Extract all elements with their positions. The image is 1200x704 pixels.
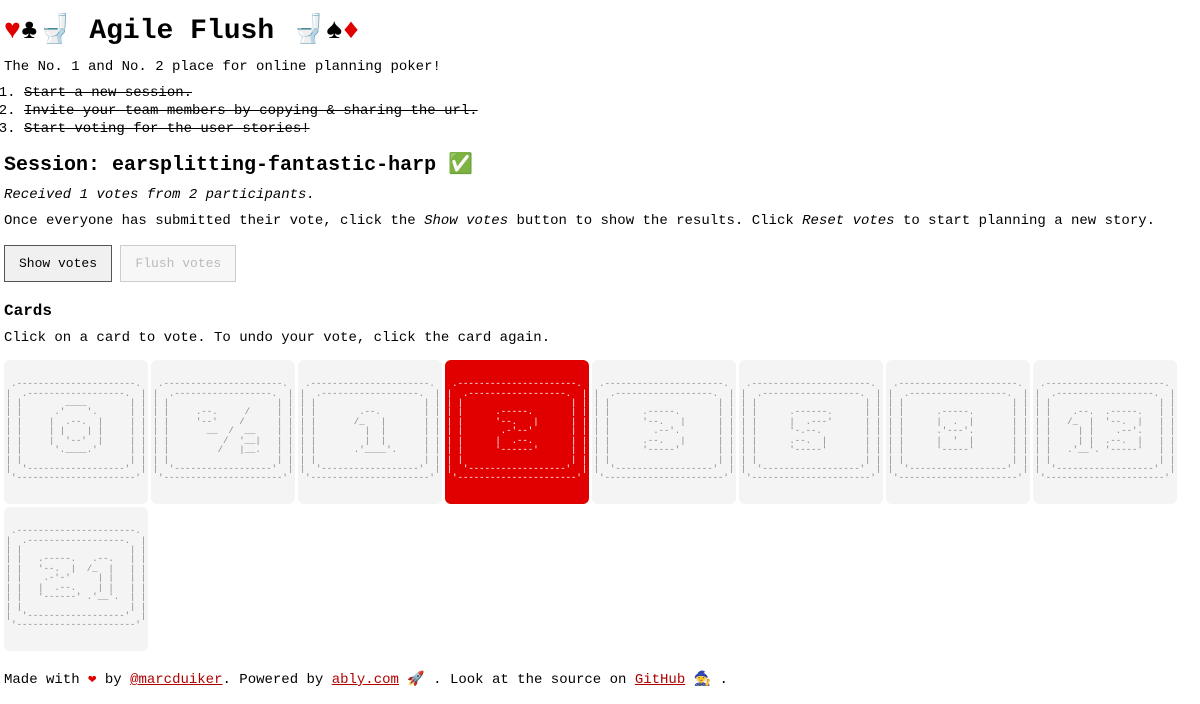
card-art: .----------------------. | .------------… <box>6 380 146 484</box>
flush-votes-button: Flush votes <box>120 245 236 282</box>
card-art: .----------------------. | .------------… <box>741 380 881 484</box>
card-art: .----------------------. | .------------… <box>6 527 146 631</box>
card-3[interactable]: .----------------------. | .------------… <box>592 360 736 504</box>
card-0[interactable]: .----------------------. | .------------… <box>4 360 148 504</box>
toilet-icon: 🚽 <box>291 16 326 47</box>
button-row: Show votes Flush votes <box>4 245 1196 282</box>
session-heading: Session: earsplitting-fantastic-harp ✅ <box>4 151 1196 177</box>
check-icon: ✅ <box>448 154 473 177</box>
card-1[interactable]: .----------------------. | .------------… <box>298 360 442 504</box>
title-text: Agile Flush <box>89 16 274 47</box>
show-votes-button[interactable]: Show votes <box>4 245 112 282</box>
diamonds-icon: ♦ <box>343 16 360 47</box>
card-art: .----------------------. | .------------… <box>1035 380 1175 484</box>
rocket-icon: 🚀 <box>399 672 425 688</box>
step-item: Start voting for the user stories! <box>24 121 1196 137</box>
card-art: .----------------------. | .------------… <box>888 380 1028 484</box>
card-21[interactable]: .----------------------. | .------------… <box>4 507 148 651</box>
detective-icon: 🧙 <box>685 672 711 688</box>
spades-icon: ♠ <box>326 16 343 47</box>
card-art: .----------------------. | .------------… <box>153 380 293 484</box>
steps-list: Start a new session. Invite your team me… <box>24 85 1196 137</box>
card-5[interactable]: .----------------------. | .------------… <box>739 360 883 504</box>
github-link[interactable]: GitHub <box>635 672 685 688</box>
clubs-icon: ♣ <box>21 16 38 47</box>
card-13[interactable]: .----------------------. | .------------… <box>1033 360 1177 504</box>
vote-status: Received 1 votes from 2 participants. <box>4 187 1196 203</box>
footer: Made with ❤ by @marcduiker. Powered by a… <box>4 671 1196 688</box>
card-half[interactable]: .----------------------. | .------------… <box>151 360 295 504</box>
cards-container: .----------------------. | .------------… <box>4 360 1196 651</box>
subtitle: The No. 1 and No. 2 place for online pla… <box>4 59 1196 75</box>
instructions: Once everyone has submitted their vote, … <box>4 213 1196 229</box>
card-8[interactable]: .----------------------. | .------------… <box>886 360 1030 504</box>
cards-help: Click on a card to vote. To undo your vo… <box>4 330 1196 346</box>
card-art: .----------------------. | .------------… <box>594 380 734 484</box>
card-art: .----------------------. | .------------… <box>447 380 587 484</box>
ably-link[interactable]: ably.com <box>332 672 399 688</box>
session-name: earsplitting-fantastic-harp <box>112 154 436 177</box>
card-2[interactable]: .----------------------. | .------------… <box>445 360 589 504</box>
author-link[interactable]: @marcduiker <box>130 672 222 688</box>
page-title: ♥♣🚽 Agile Flush 🚽♠♦ <box>4 12 1196 47</box>
step-item: Invite your team members by copying & sh… <box>24 103 1196 119</box>
toilet-icon: 🚽 <box>38 16 73 47</box>
cards-heading: Cards <box>4 302 1196 320</box>
step-item: Start a new session. <box>24 85 1196 101</box>
card-art: .----------------------. | .------------… <box>300 380 440 484</box>
hearts-icon: ♥ <box>4 16 21 47</box>
